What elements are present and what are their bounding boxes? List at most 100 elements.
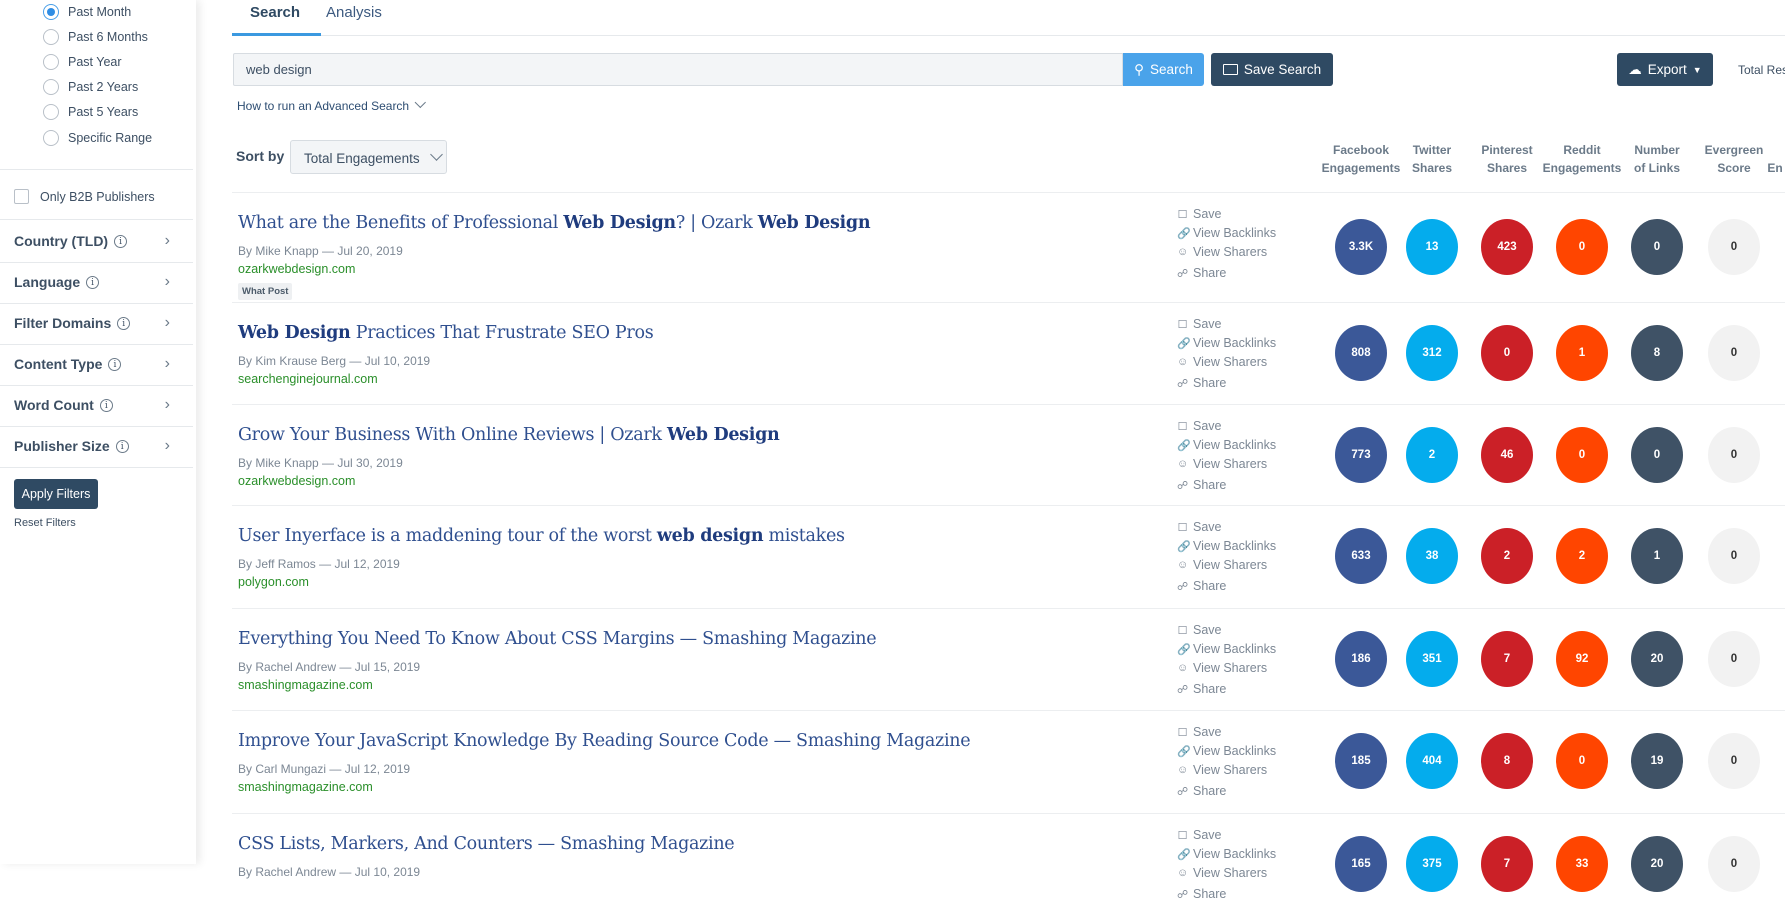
- domain-link[interactable]: ozarkwebdesign.com: [238, 262, 355, 276]
- reddit-metric[interactable]: 0: [1556, 427, 1608, 483]
- action-view-backlinks[interactable]: 🔗 View Backlinks: [1177, 744, 1276, 758]
- action-share[interactable]: ☍ Share: [1177, 376, 1226, 390]
- domain-link[interactable]: polygon.com: [238, 575, 309, 589]
- action-save[interactable]: ☐ Save: [1177, 623, 1222, 637]
- twitter-metric[interactable]: 351: [1406, 631, 1458, 687]
- save-search-button[interactable]: Save Search: [1211, 53, 1333, 86]
- facebook-metric[interactable]: 165: [1335, 836, 1387, 892]
- filter-language[interactable]: Language i ›: [14, 272, 184, 292]
- date-range-radio[interactable]: Past Month: [43, 4, 131, 20]
- action-view-backlinks[interactable]: 🔗 View Backlinks: [1177, 438, 1276, 452]
- pinterest-metric[interactable]: 423: [1481, 219, 1533, 275]
- reddit-metric[interactable]: 33: [1556, 836, 1608, 892]
- facebook-metric[interactable]: 186: [1335, 631, 1387, 687]
- facebook-metric[interactable]: 185: [1335, 733, 1387, 789]
- apply-filters-button[interactable]: Apply Filters: [14, 479, 98, 509]
- pinterest-metric[interactable]: 7: [1481, 631, 1533, 687]
- twitter-metric[interactable]: 13: [1406, 219, 1458, 275]
- action-view-sharers[interactable]: ☺ View Sharers: [1177, 866, 1267, 880]
- links-metric[interactable]: 0: [1631, 427, 1683, 483]
- info-icon[interactable]: i: [108, 357, 122, 371]
- reddit-metric[interactable]: 0: [1556, 219, 1608, 275]
- twitter-metric[interactable]: 404: [1406, 733, 1458, 789]
- info-icon[interactable]: i: [114, 234, 128, 248]
- domain-link[interactable]: searchenginejournal.com: [238, 372, 378, 386]
- action-save[interactable]: ☐ Save: [1177, 419, 1222, 433]
- domain-link[interactable]: ozarkwebdesign.com: [238, 474, 355, 488]
- date-range-radio[interactable]: Past 6 Months: [43, 29, 148, 45]
- result-title-link[interactable]: Grow Your Business With Online Reviews |…: [238, 425, 780, 445]
- action-share[interactable]: ☍ Share: [1177, 682, 1226, 696]
- facebook-metric[interactable]: 773: [1335, 427, 1387, 483]
- export-button[interactable]: ☁ Export ▼: [1617, 53, 1713, 86]
- evergreen-metric[interactable]: 0: [1708, 631, 1760, 687]
- twitter-metric[interactable]: 312: [1406, 325, 1458, 381]
- date-range-radio[interactable]: Specific Range: [43, 130, 152, 146]
- evergreen-metric[interactable]: 0: [1708, 325, 1760, 381]
- filter-country-tld[interactable]: Country (TLD) i ›: [14, 231, 184, 251]
- action-view-backlinks[interactable]: 🔗 View Backlinks: [1177, 226, 1276, 240]
- action-save[interactable]: ☐ Save: [1177, 207, 1222, 221]
- info-icon[interactable]: i: [86, 275, 100, 289]
- action-share[interactable]: ☍ Share: [1177, 266, 1226, 280]
- evergreen-metric[interactable]: 0: [1708, 427, 1760, 483]
- action-save[interactable]: ☐ Save: [1177, 520, 1222, 534]
- filter-word-count[interactable]: Word Count i ›: [14, 395, 184, 415]
- pinterest-metric[interactable]: 0: [1481, 325, 1533, 381]
- action-view-backlinks[interactable]: 🔗 View Backlinks: [1177, 847, 1276, 861]
- result-title-link[interactable]: User Inyerface is a maddening tour of th…: [238, 526, 845, 546]
- twitter-metric[interactable]: 2: [1406, 427, 1458, 483]
- pinterest-metric[interactable]: 8: [1481, 733, 1533, 789]
- domain-link[interactable]: smashingmagazine.com: [238, 780, 373, 794]
- action-view-sharers[interactable]: ☺ View Sharers: [1177, 355, 1267, 369]
- reddit-metric[interactable]: 1: [1556, 325, 1608, 381]
- result-title-link[interactable]: What are the Benefits of Professional We…: [238, 213, 871, 233]
- links-metric[interactable]: 0: [1631, 219, 1683, 275]
- pinterest-metric[interactable]: 7: [1481, 836, 1533, 892]
- b2b-checkbox[interactable]: Only B2B Publishers: [14, 189, 155, 204]
- action-view-sharers[interactable]: ☺ View Sharers: [1177, 661, 1267, 675]
- action-save[interactable]: ☐ Save: [1177, 317, 1222, 331]
- reddit-metric[interactable]: 2: [1556, 528, 1608, 584]
- info-icon[interactable]: i: [117, 316, 131, 330]
- evergreen-metric[interactable]: 0: [1708, 219, 1760, 275]
- action-view-sharers[interactable]: ☺ View Sharers: [1177, 558, 1267, 572]
- domain-link[interactable]: smashingmagazine.com: [238, 678, 373, 692]
- facebook-metric[interactable]: 3.3K: [1335, 219, 1387, 275]
- reset-filters-link[interactable]: Reset Filters: [14, 517, 76, 529]
- facebook-metric[interactable]: 808: [1335, 325, 1387, 381]
- result-title-link[interactable]: CSS Lists, Markers, And Counters — Smash…: [238, 834, 735, 854]
- twitter-metric[interactable]: 375: [1406, 836, 1458, 892]
- pinterest-metric[interactable]: 46: [1481, 427, 1533, 483]
- date-range-radio[interactable]: Past 5 Years: [43, 104, 138, 120]
- action-view-sharers[interactable]: ☺ View Sharers: [1177, 245, 1267, 259]
- info-icon[interactable]: i: [115, 439, 129, 453]
- date-range-radio[interactable]: Past Year: [43, 54, 122, 70]
- date-range-radio[interactable]: Past 2 Years: [43, 79, 138, 95]
- links-metric[interactable]: 8: [1631, 325, 1683, 381]
- search-input[interactable]: [233, 53, 1123, 86]
- action-save[interactable]: ☐ Save: [1177, 828, 1222, 842]
- result-title-link[interactable]: Web Design Practices That Frustrate SEO …: [238, 323, 654, 343]
- filter-publisher-size[interactable]: Publisher Size i ›: [14, 436, 184, 456]
- filter-content-type[interactable]: Content Type i ›: [14, 354, 184, 374]
- action-view-sharers[interactable]: ☺ View Sharers: [1177, 763, 1267, 777]
- column-header[interactable]: En: [1730, 159, 1785, 177]
- evergreen-metric[interactable]: 0: [1708, 836, 1760, 892]
- result-title-link[interactable]: Improve Your JavaScript Knowledge By Rea…: [238, 731, 971, 751]
- action-share[interactable]: ☍ Share: [1177, 784, 1226, 798]
- twitter-metric[interactable]: 38: [1406, 528, 1458, 584]
- action-share[interactable]: ☍ Share: [1177, 887, 1226, 901]
- action-share[interactable]: ☍ Share: [1177, 478, 1226, 492]
- result-title-link[interactable]: Everything You Need To Know About CSS Ma…: [238, 629, 877, 649]
- links-metric[interactable]: 1: [1631, 528, 1683, 584]
- evergreen-metric[interactable]: 0: [1708, 733, 1760, 789]
- links-metric[interactable]: 20: [1631, 631, 1683, 687]
- sort-dropdown[interactable]: Total Engagements: [290, 140, 447, 174]
- action-view-backlinks[interactable]: 🔗 View Backlinks: [1177, 336, 1276, 350]
- action-view-sharers[interactable]: ☺ View Sharers: [1177, 457, 1267, 471]
- action-save[interactable]: ☐ Save: [1177, 725, 1222, 739]
- links-metric[interactable]: 19: [1631, 733, 1683, 789]
- facebook-metric[interactable]: 633: [1335, 528, 1387, 584]
- evergreen-metric[interactable]: 0: [1708, 528, 1760, 584]
